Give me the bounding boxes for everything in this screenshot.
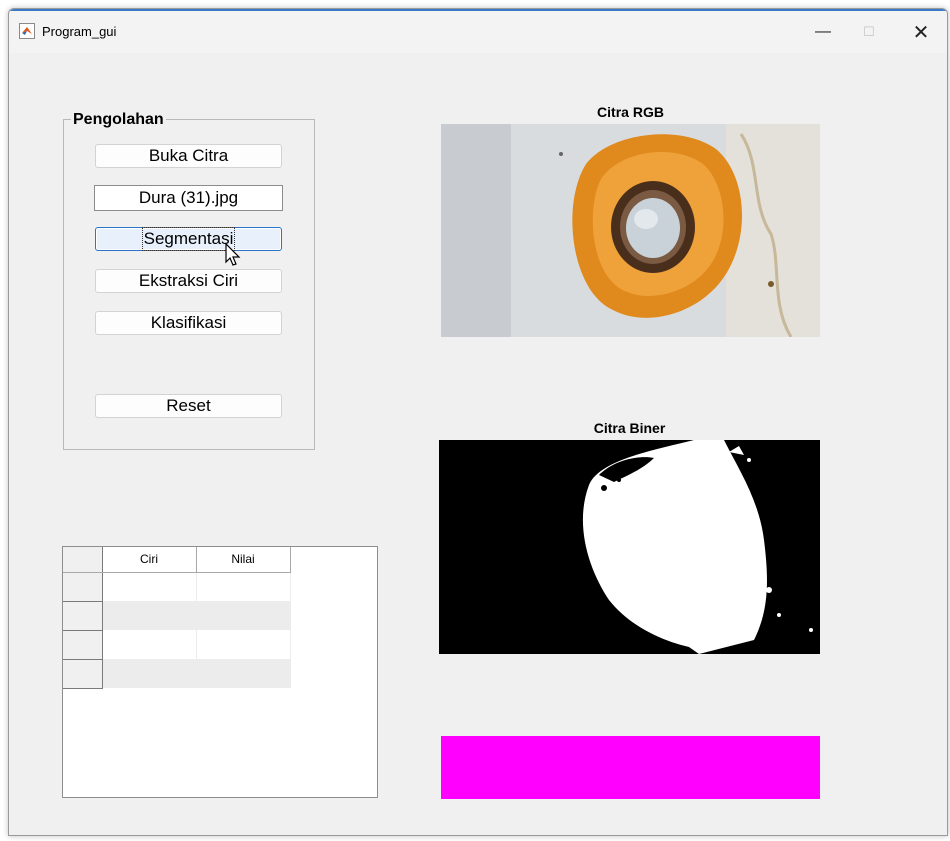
minimize-button[interactable]: —: [801, 17, 845, 47]
table-cell[interactable]: [196, 659, 291, 688]
reset-label: Reset: [166, 396, 211, 415]
binary-image: [439, 440, 820, 654]
row-header[interactable]: [63, 659, 103, 689]
open-image-label: Buka Citra: [148, 146, 229, 165]
table-cell[interactable]: [102, 572, 197, 601]
table-cell[interactable]: [102, 630, 197, 659]
open-image-button[interactable]: Buka Citra: [95, 144, 282, 168]
classification-result-bar: [441, 736, 820, 799]
title-bar[interactable]: Program_gui — ☐ ✕: [9, 9, 947, 53]
table-corner-cell: [63, 547, 103, 573]
feature-extraction-label: Ekstraksi Ciri: [138, 271, 239, 290]
rgb-image-caption: Citra RGB: [597, 104, 664, 120]
segmentation-label: Segmentasi: [141, 227, 236, 251]
row-header[interactable]: [63, 630, 103, 660]
table-row: [63, 601, 291, 631]
table-cell[interactable]: [196, 630, 291, 659]
file-name-text: Dura (31).jpg: [138, 188, 239, 207]
close-button[interactable]: ✕: [899, 17, 943, 47]
matlab-icon: [19, 23, 35, 39]
table-row: [63, 630, 291, 660]
rgb-image: [441, 124, 820, 337]
binary-image-caption: Citra Biner: [593, 420, 666, 436]
feature-table[interactable]: Ciri Nilai: [62, 546, 378, 798]
classification-label: Klasifikasi: [150, 313, 227, 332]
row-header[interactable]: [63, 601, 103, 631]
column-header-ciri[interactable]: Ciri: [102, 547, 197, 573]
feature-extraction-button[interactable]: Ekstraksi Ciri: [95, 269, 282, 293]
table-cell[interactable]: [196, 601, 291, 630]
classification-button[interactable]: Klasifikasi: [95, 311, 282, 335]
table-cell[interactable]: [102, 659, 197, 688]
maximize-button[interactable]: ☐: [847, 17, 891, 47]
processing-panel-title: Pengolahan: [71, 111, 166, 129]
table-row: [63, 659, 291, 689]
table-row: [63, 572, 291, 602]
segmentation-button[interactable]: Segmentasi: [95, 227, 282, 251]
column-header-nilai[interactable]: Nilai: [196, 547, 291, 573]
table-cell[interactable]: [196, 572, 291, 601]
feature-table-grid: Ciri Nilai: [63, 547, 291, 689]
reset-button[interactable]: Reset: [95, 394, 282, 418]
window-title: Program_gui: [42, 24, 117, 39]
mouse-pointer-icon: [224, 242, 246, 273]
file-name-field: Dura (31).jpg: [94, 185, 283, 211]
table-cell[interactable]: [102, 601, 197, 630]
row-header[interactable]: [63, 572, 103, 602]
